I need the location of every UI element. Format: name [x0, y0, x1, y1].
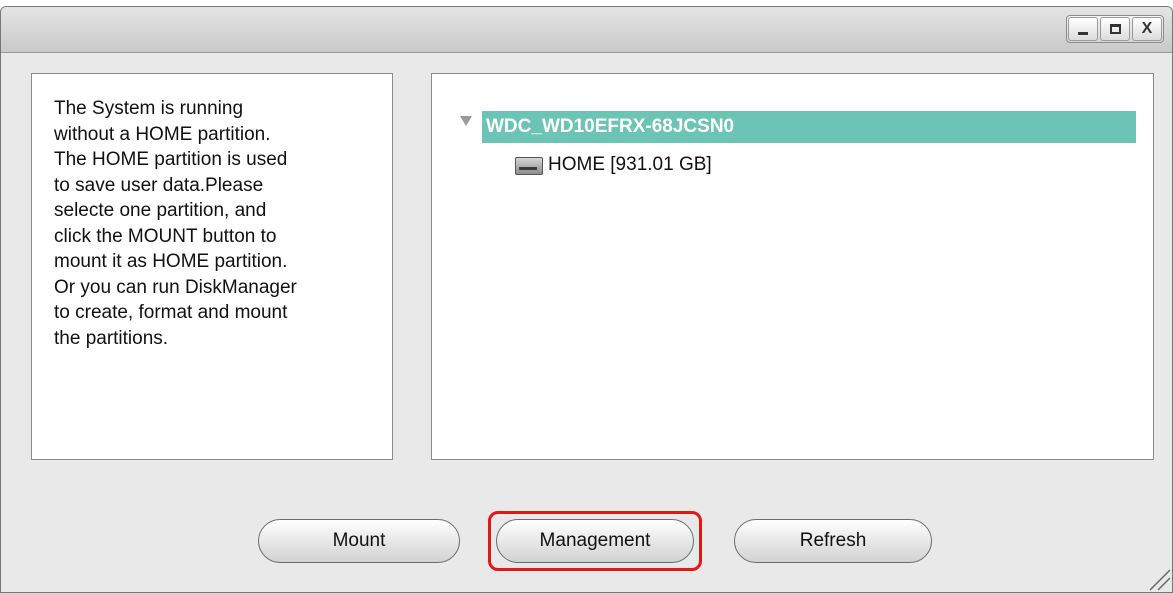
info-line: Or you can run DiskManager: [54, 276, 297, 298]
info-message-panel: The System is running without a HOME par…: [31, 73, 393, 460]
management-button[interactable]: Management: [496, 519, 694, 563]
info-line: The HOME partition is used: [54, 149, 288, 170]
close-icon: X: [1141, 20, 1153, 37]
expand-arrow-icon[interactable]: [460, 116, 472, 126]
partition-tree: WDC_WD10EFRX-68JCSN0 HOME [931.01 GB]: [431, 73, 1154, 460]
close-button[interactable]: X: [1132, 17, 1162, 41]
tree-item-label: HOME [931.01 GB]: [548, 154, 712, 175]
info-line: click the MOUNT button to: [54, 225, 277, 247]
refresh-button[interactable]: Refresh: [734, 519, 932, 563]
maximize-button[interactable]: [1100, 17, 1130, 41]
info-line: to save user data.Please: [54, 174, 264, 196]
info-line: to create, format and mount: [54, 302, 288, 323]
info-line: selecte one partition, and: [54, 200, 267, 221]
minimize-icon: [1078, 31, 1088, 35]
window-controls: X: [1066, 15, 1164, 43]
tree-root-disk[interactable]: WDC_WD10EFRX-68JCSN0: [482, 111, 1136, 143]
tree-item-home-partition[interactable]: HOME [931.01 GB]: [514, 149, 712, 181]
info-line: mount it as HOME partition.: [54, 251, 288, 272]
title-bar[interactable]: X: [1, 7, 1172, 53]
info-line: The System is running: [54, 98, 244, 119]
minimize-button[interactable]: [1068, 17, 1098, 41]
maximize-icon: [1109, 24, 1121, 34]
page-heading-link-fragment: [0, 0, 240, 10]
mount-button[interactable]: Mount: [258, 519, 460, 563]
info-line: the partitions.: [54, 327, 169, 349]
dialog-window: X The System is running without a HOME p…: [0, 6, 1173, 593]
info-line: without a HOME partition.: [54, 123, 271, 145]
resize-grip-icon[interactable]: [1142, 562, 1172, 592]
hard-disk-icon: [514, 153, 544, 177]
